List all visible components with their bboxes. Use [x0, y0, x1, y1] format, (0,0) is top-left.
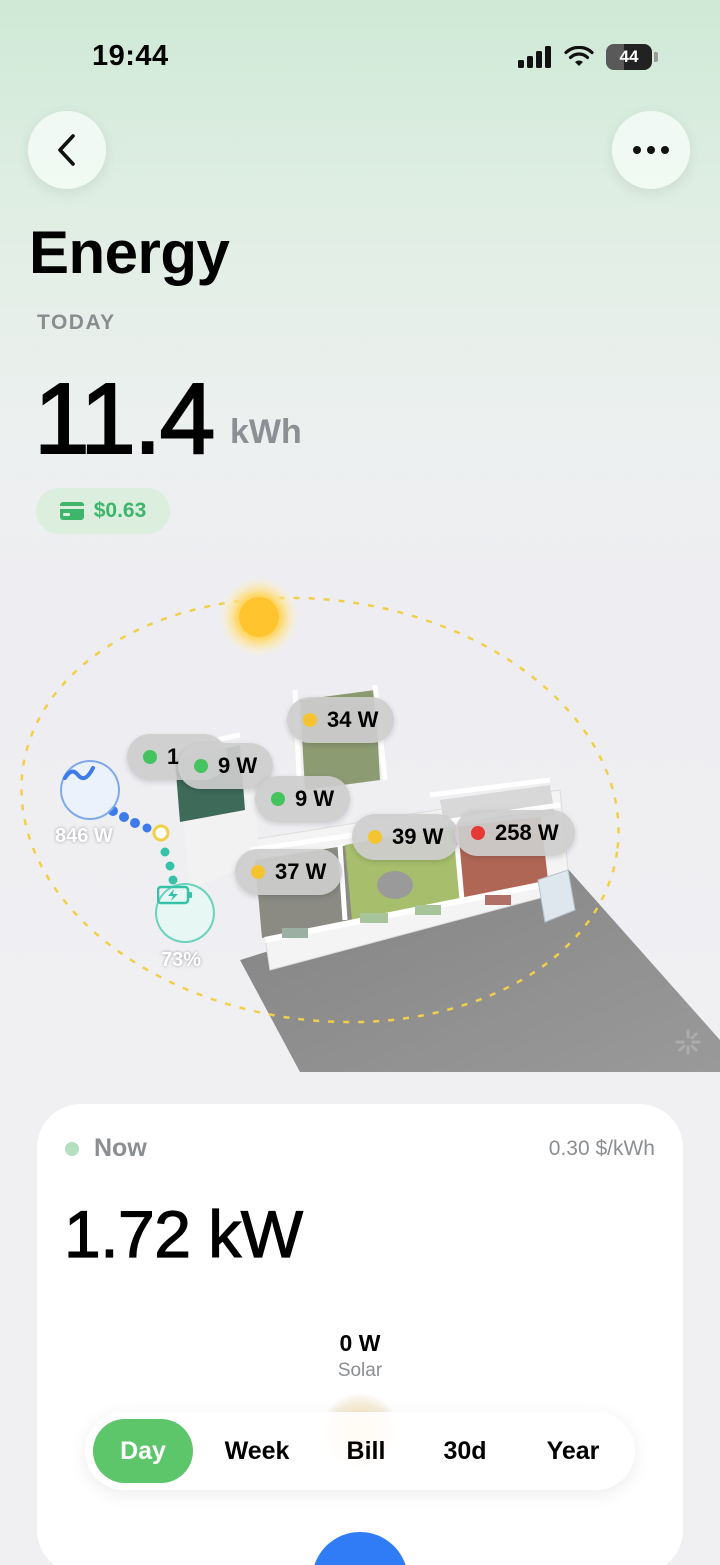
page-title: Energy [29, 219, 230, 286]
status-dot-green [194, 759, 208, 773]
house-scene[interactable]: 846 W 73% 1 9 W 34 W 9 W 39 W 258 W 37 W [0, 560, 720, 1072]
tab-year[interactable]: Year [519, 1419, 627, 1483]
room-power-value: 34 W [327, 707, 379, 732]
status-dot-yellow [368, 830, 382, 844]
ellipsis-icon [633, 146, 669, 154]
room-power-value: 39 W [392, 824, 444, 849]
room-power-value: 9 W [295, 786, 335, 811]
chevron-left-icon [58, 134, 75, 166]
status-bar: 19:44 44 [0, 0, 720, 110]
tab-bill[interactable]: Bill [321, 1419, 411, 1483]
period-tab-bar: Day Week Bill 30d Year [85, 1412, 635, 1490]
house-illustration [20, 577, 720, 1072]
grid-flow-node[interactable] [312, 1532, 408, 1565]
tab-day[interactable]: Day [93, 1419, 193, 1483]
status-dot-green [143, 750, 157, 764]
cost-badge[interactable]: $0.63 [36, 488, 170, 534]
grid-wave-icon [63, 766, 95, 781]
grid-power-label: 846 W [55, 825, 113, 847]
more-options-button[interactable] [612, 111, 690, 189]
solar-power-value: 0 W [339, 1330, 381, 1356]
battery-cap [654, 52, 658, 62]
battery-icon: 44 [606, 44, 652, 70]
status-dot-green [271, 792, 285, 806]
tab-week[interactable]: Week [193, 1419, 321, 1483]
cost-value: $0.63 [93, 499, 147, 522]
current-power-value: 1.72 kW [63, 1196, 303, 1271]
room-power-tag[interactable]: 34 W [287, 697, 395, 743]
grid-node[interactable] [60, 760, 120, 820]
room-power-tag[interactable]: 258 W [455, 810, 575, 856]
room-power-value: 9 W [218, 753, 258, 778]
period-label: TODAY [37, 311, 116, 334]
live-status-dot [65, 1142, 79, 1156]
now-card[interactable]: Now 0.30 $/kWh 1.72 kW 0 W Solar [37, 1104, 683, 1565]
status-dot-yellow [303, 713, 317, 727]
room-power-value: 258 W [495, 820, 559, 845]
status-dot-yellow [251, 865, 265, 879]
credit-card-icon [59, 502, 84, 520]
battery-charging-icon [157, 885, 192, 905]
battery-level: 44 [619, 47, 639, 66]
back-button[interactable] [28, 111, 106, 189]
status-dot-red [471, 826, 485, 840]
room-power-tag[interactable]: 9 W [178, 743, 274, 789]
status-time: 19:44 [92, 40, 169, 72]
energy-rate: 0.30 $/kWh [548, 1137, 655, 1160]
total-energy-value: 11.4 [33, 362, 216, 476]
room-power-tag[interactable]: 37 W [235, 849, 343, 895]
battery-level-label: 73% [161, 949, 202, 971]
wifi-icon [564, 46, 594, 66]
room-power-tag[interactable]: 39 W [352, 814, 460, 860]
tab-30d[interactable]: 30d [411, 1419, 519, 1483]
solar-label: Solar [337, 1360, 383, 1381]
room-power-tag[interactable]: 9 W [255, 776, 351, 822]
total-energy-unit: kWh [230, 413, 302, 451]
cellular-signal-icon [518, 46, 551, 68]
now-label: Now [94, 1134, 147, 1162]
status-icons: 44 [518, 44, 658, 70]
battery-node[interactable] [155, 883, 215, 943]
room-power-value: 37 W [275, 859, 327, 884]
